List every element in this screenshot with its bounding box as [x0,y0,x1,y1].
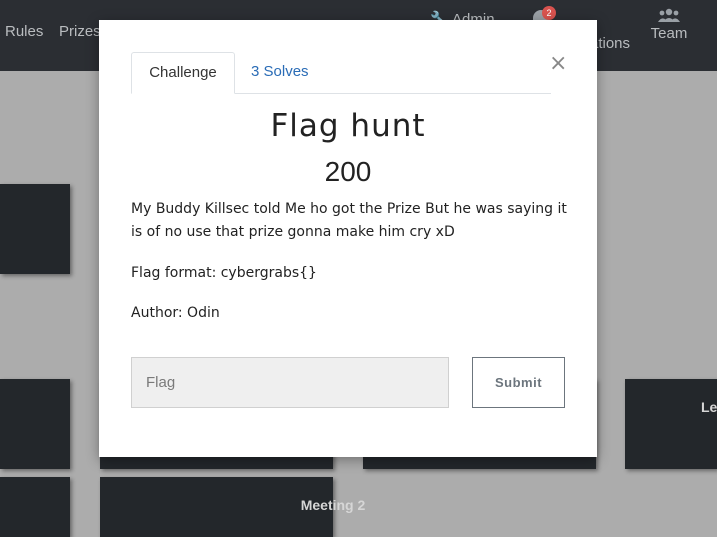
nav-team-label: Team [650,25,688,42]
notification-count-badge: 2 [542,6,556,20]
submit-button[interactable]: Submit [472,357,565,408]
challenge-description: My Buddy Killsec told Me ho got the Priz… [131,201,567,240]
users-icon [658,8,680,22]
challenge-card-meeting-2[interactable]: Meeting 2 [100,477,365,537]
challenge-card[interactable] [0,477,70,537]
challenge-card[interactable] [0,379,70,469]
flag-input[interactable] [131,357,449,408]
challenge-points: 200 [324,156,372,187]
nav-rules-link[interactable]: Rules [5,23,43,40]
tab-solves[interactable]: 3 Solves [251,52,309,92]
challenge-card-label: Le [701,399,717,415]
nav-team-link[interactable]: Team [650,8,688,42]
challenge-card[interactable]: Le [625,379,717,469]
challenge-flag-format: Flag format: cybergrabs{} [131,265,317,281]
tab-challenge[interactable]: Challenge [131,52,235,94]
challenge-author: Author: Odin [131,305,220,321]
close-icon[interactable]: × [549,53,567,75]
challenge-title: Flag hunt [270,108,426,144]
modal-tabs: Challenge 3 Solves [131,52,551,94]
challenge-card[interactable] [0,184,70,274]
challenge-card-label: Meeting 2 [300,497,366,513]
nav-prizes-link[interactable]: Prizes [59,23,101,40]
challenge-modal: × Challenge 3 Solves Flag hunt 200 My Bu… [99,20,597,457]
